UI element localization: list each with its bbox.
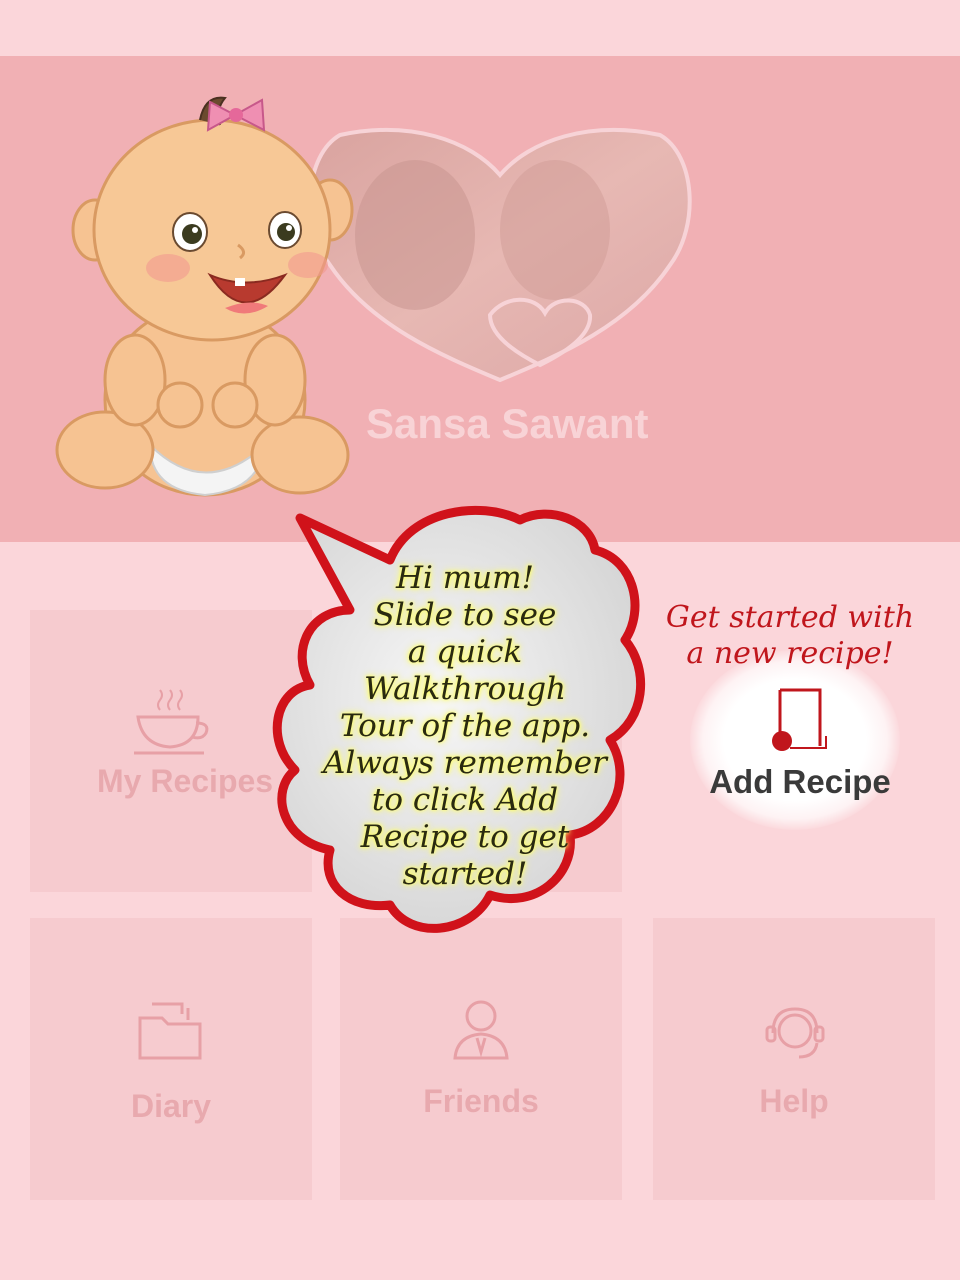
diary-tile[interactable]: Diary — [30, 918, 312, 1200]
help-tile[interactable]: Help — [653, 918, 935, 1200]
help-label: Help — [759, 1083, 829, 1119]
person-icon — [453, 1000, 509, 1060]
bubble-line: started! — [402, 856, 528, 892]
headset-icon — [765, 1007, 825, 1059]
hint-line: Get started with — [665, 600, 915, 635]
bubble-line: Recipe to get — [360, 819, 570, 855]
bubble-line: Slide to see — [373, 597, 557, 633]
bubble-line: Hi mum! — [395, 560, 535, 596]
walkthrough-message: Hi mum! Slide to see a quick Walkthrough… — [285, 560, 645, 893]
baby-mascot — [55, 96, 354, 497]
bubble-line: to click Add — [371, 782, 559, 818]
diary-label: Diary — [130, 1088, 212, 1124]
add-recipe-icon[interactable] — [766, 688, 830, 754]
hint-line: a new recipe! — [686, 636, 894, 671]
friends-tile[interactable]: Friends — [340, 918, 622, 1200]
bubble-line: Always remember — [323, 745, 607, 781]
teacup-icon — [134, 689, 209, 755]
add-recipe-button[interactable]: Add Recipe — [700, 763, 900, 801]
friends-label: Friends — [423, 1083, 539, 1119]
bubble-line: Walkthrough — [363, 671, 567, 707]
top-bar — [0, 0, 960, 56]
profile-name: Sansa Sawant — [366, 400, 649, 447]
folder-icon — [138, 1002, 202, 1060]
bubble-line: Tour of the app. — [339, 708, 591, 744]
add-recipe-hint: Get started with a new recipe! — [640, 600, 940, 672]
bubble-line: a quick — [407, 634, 523, 670]
